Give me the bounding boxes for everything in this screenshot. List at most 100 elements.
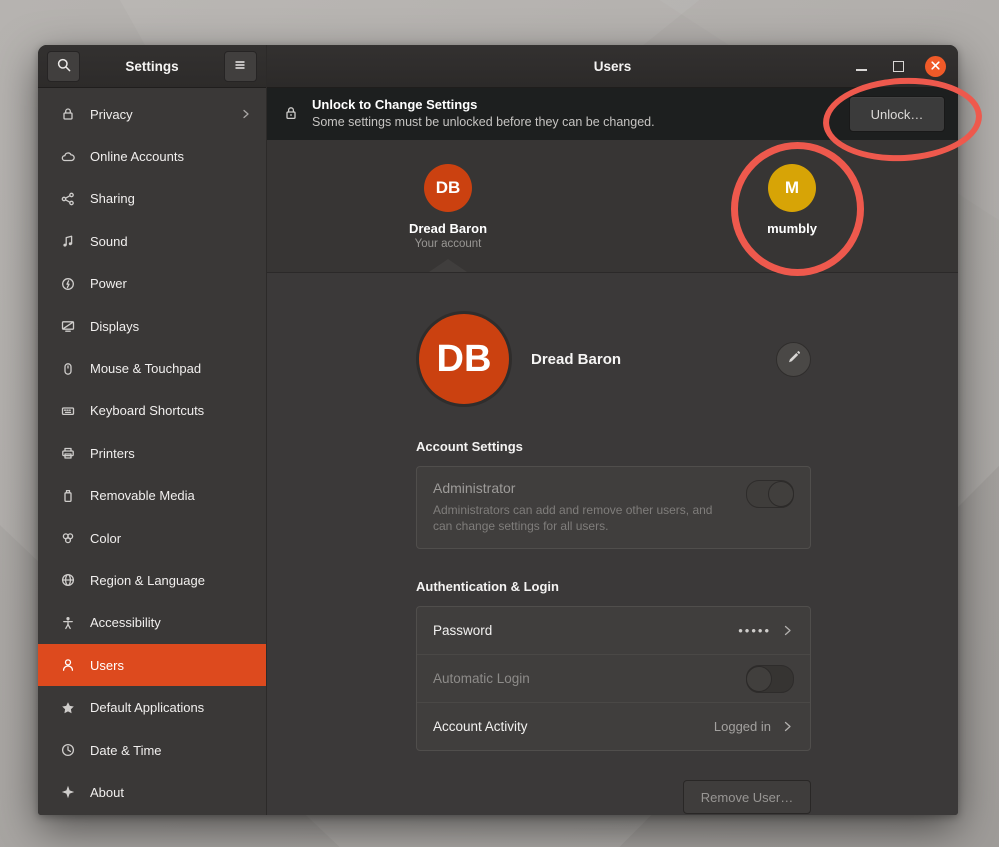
automatic-login-row: Automatic Login xyxy=(417,654,810,702)
chevron-right-icon xyxy=(240,108,252,120)
administrator-row: Administrator Administrators can add and… xyxy=(417,467,810,548)
account-settings-card: Administrator Administrators can add and… xyxy=(416,466,811,549)
sidebar-item-label: Color xyxy=(90,531,252,546)
unlock-banner-subtitle: Some settings must be unlocked before th… xyxy=(312,115,849,131)
keyboard-icon xyxy=(59,402,76,419)
close-icon xyxy=(930,59,941,74)
selected-user-pointer xyxy=(429,259,467,272)
sidebar-item-label: Keyboard Shortcuts xyxy=(90,403,252,418)
maximize-icon xyxy=(893,61,904,72)
search-icon xyxy=(56,57,72,76)
sidebar-item-power[interactable]: Power xyxy=(38,263,266,305)
unlock-banner-text: Unlock to Change Settings Some settings … xyxy=(312,97,849,131)
sidebar-item-label: Date & Time xyxy=(90,743,252,758)
sidebar-item-color[interactable]: Color xyxy=(38,517,266,559)
four-point-star-icon xyxy=(59,784,76,801)
accessibility-person-icon xyxy=(59,614,76,631)
authentication-login-card: Password ••••• Automatic Login Account A… xyxy=(416,606,811,751)
sidebar-list: Privacy Online Accounts Sharing Sound Po… xyxy=(38,88,266,815)
sidebar-item-privacy[interactable]: Privacy xyxy=(38,93,266,135)
power-icon xyxy=(59,275,76,292)
lock-icon xyxy=(283,105,299,124)
lock-icon xyxy=(59,106,76,123)
user-name: mumbly xyxy=(767,221,817,236)
sidebar-item-displays[interactable]: Displays xyxy=(38,305,266,347)
avatar: M xyxy=(768,164,816,212)
window-title: Users xyxy=(594,59,632,74)
section-title-account-settings: Account Settings xyxy=(416,439,811,454)
administrator-description: Administrators can add and remove other … xyxy=(433,502,732,534)
sidebar-item-accessibility[interactable]: Accessibility xyxy=(38,602,266,644)
administrator-label: Administrator xyxy=(433,480,732,496)
sidebar-item-region-language[interactable]: Region & Language xyxy=(38,559,266,601)
administrator-texts: Administrator Administrators can add and… xyxy=(433,480,746,534)
unlock-button[interactable]: Unlock… xyxy=(849,96,945,132)
search-button[interactable] xyxy=(47,51,80,82)
sidebar-item-label: Default Applications xyxy=(90,700,252,715)
cloud-icon xyxy=(59,148,76,165)
sidebar-item-label: Online Accounts xyxy=(90,149,252,164)
user-subtitle: Your account xyxy=(415,238,482,250)
titlebar[interactable]: Users xyxy=(267,45,958,88)
pencil-icon xyxy=(786,350,801,368)
sidebar-item-label: Mouse & Touchpad xyxy=(90,361,252,376)
sidebar-item-sharing[interactable]: Sharing xyxy=(38,178,266,220)
user-carousel: DB Dread Baron Your account M mumbly xyxy=(267,140,958,273)
primary-menu-button[interactable] xyxy=(224,51,257,82)
sidebar-item-sound[interactable]: Sound xyxy=(38,220,266,262)
minimize-button[interactable] xyxy=(851,56,871,76)
clock-icon xyxy=(59,742,76,759)
sidebar-item-label: Sound xyxy=(90,234,252,249)
user-name: Dread Baron xyxy=(409,221,487,236)
password-label: Password xyxy=(433,623,738,638)
sidebar-item-label: Privacy xyxy=(90,107,240,122)
rename-button[interactable] xyxy=(776,342,811,377)
sidebar-item-label: Removable Media xyxy=(90,488,252,503)
sidebar-item-label: Accessibility xyxy=(90,615,252,630)
avatar: DB xyxy=(419,314,509,404)
sidebar-item-label: Printers xyxy=(90,446,252,461)
maximize-button[interactable] xyxy=(888,56,908,76)
sidebar-title: Settings xyxy=(125,59,178,74)
automatic-login-toggle[interactable] xyxy=(746,665,794,693)
sidebar-item-label: Region & Language xyxy=(90,573,252,588)
share-icon xyxy=(59,190,76,207)
sidebar-item-removable-media[interactable]: Removable Media xyxy=(38,475,266,517)
star-icon xyxy=(59,699,76,716)
profile-row: DB Dread Baron xyxy=(416,313,811,405)
toggle-knob xyxy=(768,481,794,507)
mouse-icon xyxy=(59,360,76,377)
sidebar-item-default-applications[interactable]: Default Applications xyxy=(38,686,266,728)
sidebar-item-users[interactable]: Users xyxy=(38,644,266,686)
settings-window: Settings Privacy Online Accounts Sharing xyxy=(38,45,958,815)
users-panel: Users Unlock to Change Settings Some set… xyxy=(267,45,958,815)
user-tab-dread-baron[interactable]: DB Dread Baron Your account xyxy=(388,164,508,250)
account-activity-row[interactable]: Account Activity Logged in xyxy=(417,702,810,750)
sidebar-item-online-accounts[interactable]: Online Accounts xyxy=(38,135,266,177)
sidebar-item-mouse-touchpad[interactable]: Mouse & Touchpad xyxy=(38,347,266,389)
unlock-banner-title: Unlock to Change Settings xyxy=(312,97,849,113)
minimize-icon xyxy=(856,69,867,71)
window-controls xyxy=(851,45,946,87)
music-note-icon xyxy=(59,233,76,250)
printer-icon xyxy=(59,445,76,462)
display-icon xyxy=(59,318,76,335)
sidebar-item-about[interactable]: About xyxy=(38,771,266,813)
sidebar-header: Settings xyxy=(38,45,266,88)
user-details: DB Dread Baron Account Settings Administ… xyxy=(267,273,958,815)
globe-icon xyxy=(59,572,76,589)
toggle-knob xyxy=(746,666,772,692)
chevron-right-icon xyxy=(781,624,794,637)
remove-user-button[interactable]: Remove User… xyxy=(683,780,811,814)
password-row[interactable]: Password ••••• xyxy=(417,607,810,654)
administrator-toggle[interactable] xyxy=(746,480,794,508)
sidebar-item-label: Power xyxy=(90,276,252,291)
users-icon xyxy=(59,657,76,674)
sidebar-item-date-time[interactable]: Date & Time xyxy=(38,729,266,771)
sidebar-item-keyboard-shortcuts[interactable]: Keyboard Shortcuts xyxy=(38,390,266,432)
sidebar-item-printers[interactable]: Printers xyxy=(38,432,266,474)
user-tab-mumbly[interactable]: M mumbly xyxy=(732,164,852,236)
automatic-login-label: Automatic Login xyxy=(433,671,746,686)
close-button[interactable] xyxy=(925,56,946,77)
account-activity-label: Account Activity xyxy=(433,719,714,734)
